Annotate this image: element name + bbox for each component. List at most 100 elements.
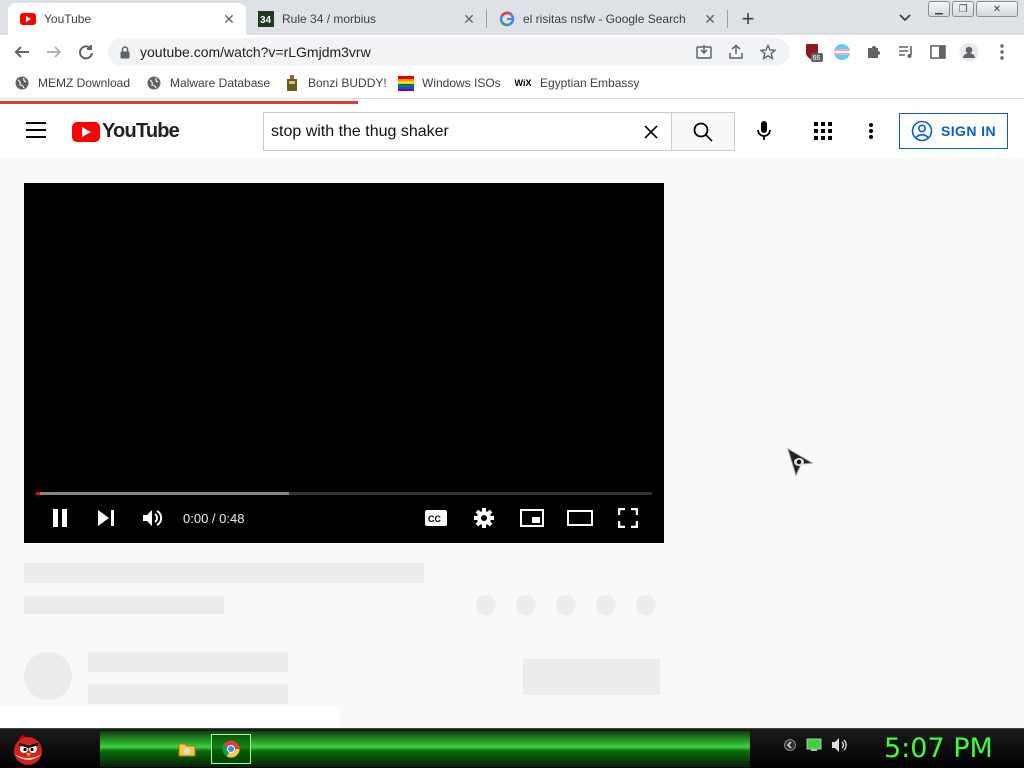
channel-name-skeleton [88,652,288,672]
captions-icon: CC [425,510,447,526]
profile-avatar-icon[interactable] [959,42,979,62]
youtube-play-logo-icon [72,121,100,142]
time-display: 0:00 / 0:48 [183,511,245,526]
address-bar[interactable]: youtube.com/watch?v=rLGmjdm3vrw [108,38,790,66]
pride-flag-extension-icon[interactable] [832,42,852,62]
skip-next-icon [98,510,114,526]
avatar-skeleton [24,652,72,700]
youtube-logo-text: YouTube [102,120,180,142]
tab-close-icon[interactable]: ✕ [460,10,478,28]
progress-buffered [36,492,289,495]
search-box[interactable] [263,112,672,151]
action-skeleton [636,595,656,615]
settings-button[interactable] [470,506,498,530]
back-button[interactable] [10,40,34,64]
action-skeleton [556,595,576,615]
tab-title: Rule 34 / morbius [282,12,377,26]
youtube-logo[interactable]: YouTube [72,120,180,143]
miniplayer-button[interactable] [518,506,546,530]
svg-text:34: 34 [260,15,272,26]
tab-close-icon[interactable]: ✕ [220,10,238,28]
extension-shield-icon[interactable]: 66 [803,42,823,62]
browser-menu-icon[interactable] [992,42,1012,62]
theater-mode-button[interactable] [566,506,594,530]
search-icon [693,122,713,142]
captions-button[interactable]: CC [422,506,450,530]
volume-tray-icon[interactable] [832,738,848,757]
network-icon[interactable] [806,738,822,757]
tray-chevron-icon[interactable] [784,737,796,758]
youtube-header: YouTube SIGN IN [0,104,1024,159]
reload-button[interactable] [74,40,98,64]
bookmark-windows-isos[interactable]: Windows ISOs [398,75,501,91]
search-button[interactable] [671,112,735,151]
search-input[interactable] [271,122,631,141]
clear-search-icon[interactable] [641,122,661,142]
progress-played [36,492,40,495]
taskbar-chrome-icon[interactable] [211,734,251,764]
volume-icon [143,510,163,526]
volume-button[interactable] [139,506,167,530]
extensions-puzzle-icon[interactable] [864,42,884,62]
theater-mode-icon [567,510,593,526]
bookmark-star-icon[interactable] [758,42,778,62]
back-arrow-icon [14,46,29,58]
tab-title: YouTube [44,12,92,26]
taskbar-file-explorer-icon[interactable] [170,734,204,764]
bookmark-label: Bonzi BUDDY! [308,76,387,90]
start-button-angry-bird-icon[interactable] [8,730,48,768]
bookmark-bonzi-buddy[interactable]: Bonzi BUDDY! [284,75,387,91]
action-skeleton [596,595,616,615]
microphone-icon [757,121,771,140]
fullscreen-button[interactable] [614,506,642,530]
bookmark-label: Malware Database [170,76,271,90]
pause-button[interactable] [46,506,74,530]
tab-close-icon[interactable]: ✕ [701,10,719,28]
bookmark-egyptian-embassy[interactable]: WiX Egyptian Embassy [514,75,640,91]
install-app-icon[interactable] [694,42,714,62]
globe-icon [146,75,162,91]
video-player[interactable]: 0:00 / 0:48 CC [24,183,664,543]
wix-icon: WiX [514,78,532,88]
close-window-button[interactable]: ✕ [976,1,1018,17]
desktop-gap [0,706,340,728]
mouse-cursor-icon [786,447,816,484]
tab-rule34[interactable]: 34 Rule 34 / morbius ✕ [246,3,486,35]
system-tray [784,737,848,758]
tab-youtube[interactable]: YouTube ✕ [8,3,246,35]
minimize-button[interactable]: ▁ [928,1,950,17]
restore-button[interactable]: ❐ [952,1,974,17]
hamburger-menu-icon[interactable] [26,122,46,138]
forward-arrow-icon [47,46,62,58]
meta-skeleton [24,596,224,614]
bookmark-memz-download[interactable]: MEMZ Download [14,75,130,91]
reload-icon [79,45,93,60]
globe-icon [14,75,30,91]
media-control-icon[interactable] [896,42,916,62]
lock-icon[interactable] [120,45,130,59]
miniplayer-icon [520,509,544,527]
taskbar: 5:07 PM [0,728,1024,768]
share-icon[interactable] [726,42,746,62]
extension-badge: 66 [813,55,821,62]
account-circle-icon [911,120,933,142]
side-panel-icon[interactable] [928,42,948,62]
new-tab-button[interactable]: + [736,6,760,31]
progress-bar[interactable] [36,492,652,495]
voice-search-button[interactable] [749,116,779,146]
youtube-favicon-icon [20,11,36,27]
apps-grid-icon[interactable] [812,120,834,142]
windows-flag-icon [398,75,414,91]
window-controls: ▁ ❐ ✕ [928,1,1018,17]
fullscreen-icon [618,508,638,528]
bookmark-malware-database[interactable]: Malware Database [146,75,270,91]
taskbar-clock[interactable]: 5:07 PM [884,733,993,764]
google-favicon-icon [499,11,515,27]
bookmark-label: Egyptian Embassy [540,76,640,90]
settings-more-icon[interactable] [862,120,880,142]
tab-google-search[interactable]: el risitas nsfw - Google Search ✕ [487,3,727,35]
forward-button[interactable] [42,40,66,64]
tab-search-chevron-icon[interactable] [895,9,915,27]
sign-in-button[interactable]: SIGN IN [899,113,1008,149]
next-button[interactable] [92,506,120,530]
